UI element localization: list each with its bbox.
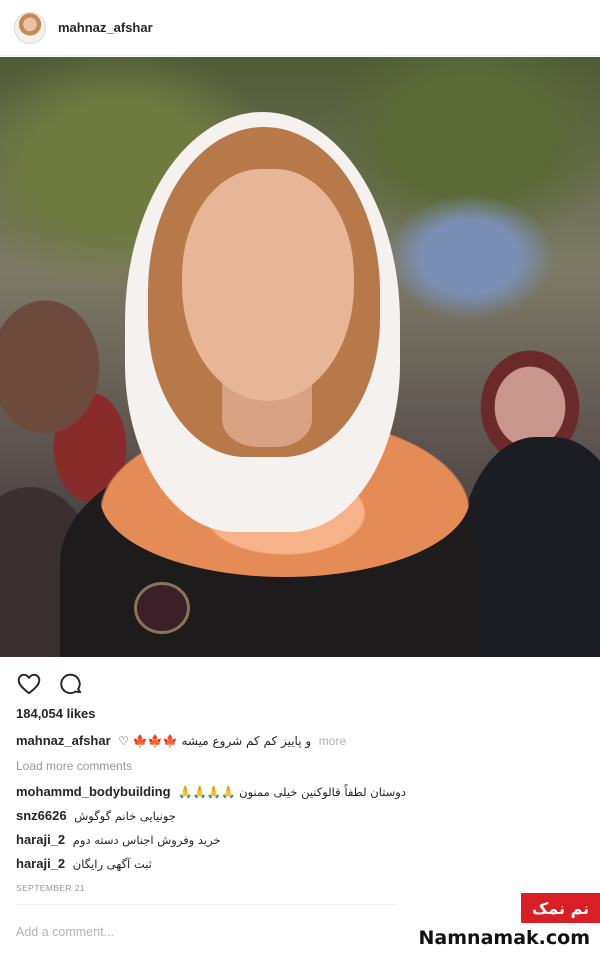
heart-icon[interactable]	[16, 671, 42, 697]
avatar[interactable]	[14, 11, 46, 44]
background-person-right	[460, 437, 600, 657]
load-more-comments-link[interactable]: Load more comments	[16, 759, 132, 773]
watermark-site: Namnamak.com	[418, 927, 590, 949]
comment: haraji_2 ثبت آگهی رایگان	[16, 854, 586, 878]
comment-text: جونیایی خانم گوگوش	[74, 809, 176, 823]
comment-text: خرید وفروش اجناس دسته دوم	[72, 833, 221, 847]
post-actions	[0, 668, 600, 700]
add-comment-input[interactable]: Add a comment...	[16, 925, 114, 939]
post-photo[interactable]	[0, 57, 600, 657]
comment-username[interactable]: haraji_2	[16, 832, 65, 847]
caption-text: و پاییز کم کم شروع میشه 🍁🍁🍁 ♡	[118, 734, 312, 748]
post-header: mahnaz_afshar	[0, 0, 600, 56]
subject-face	[182, 169, 354, 401]
post-timestamp[interactable]: SEPTEMBER 21	[16, 883, 85, 893]
post-username[interactable]: mahnaz_afshar	[58, 20, 153, 35]
more-link[interactable]: more	[319, 734, 346, 748]
comment: haraji_2 خرید وفروش اجناس دسته دوم	[16, 830, 586, 854]
comment-username[interactable]: haraji_2	[16, 856, 65, 871]
post-caption: mahnaz_afshar و پاییز کم کم شروع میشه 🍁🍁…	[16, 733, 586, 748]
comment-username[interactable]: mohammd_bodybuilding	[16, 784, 171, 799]
like-count[interactable]: 184,054 likes	[16, 706, 96, 721]
comment-text: دوستان لطفاً قالوکنین خیلی ممنون 🙏🙏🙏🙏	[178, 785, 406, 799]
comment-text: ثبت آگهی رایگان	[72, 857, 152, 871]
comment-username[interactable]: snz6626	[16, 808, 67, 823]
watermark-badge: نم نمک	[521, 893, 600, 923]
pendant-necklace	[134, 582, 190, 634]
comment-icon[interactable]	[58, 671, 84, 697]
comment: snz6626 جونیایی خانم گوگوش	[16, 806, 586, 830]
comment-divider	[16, 904, 396, 905]
comment: mohammd_bodybuilding دوستان لطفاً قالوکن…	[16, 782, 586, 806]
caption-username[interactable]: mahnaz_afshar	[16, 733, 111, 748]
comment-list: mohammd_bodybuilding دوستان لطفاً قالوکن…	[16, 782, 586, 878]
